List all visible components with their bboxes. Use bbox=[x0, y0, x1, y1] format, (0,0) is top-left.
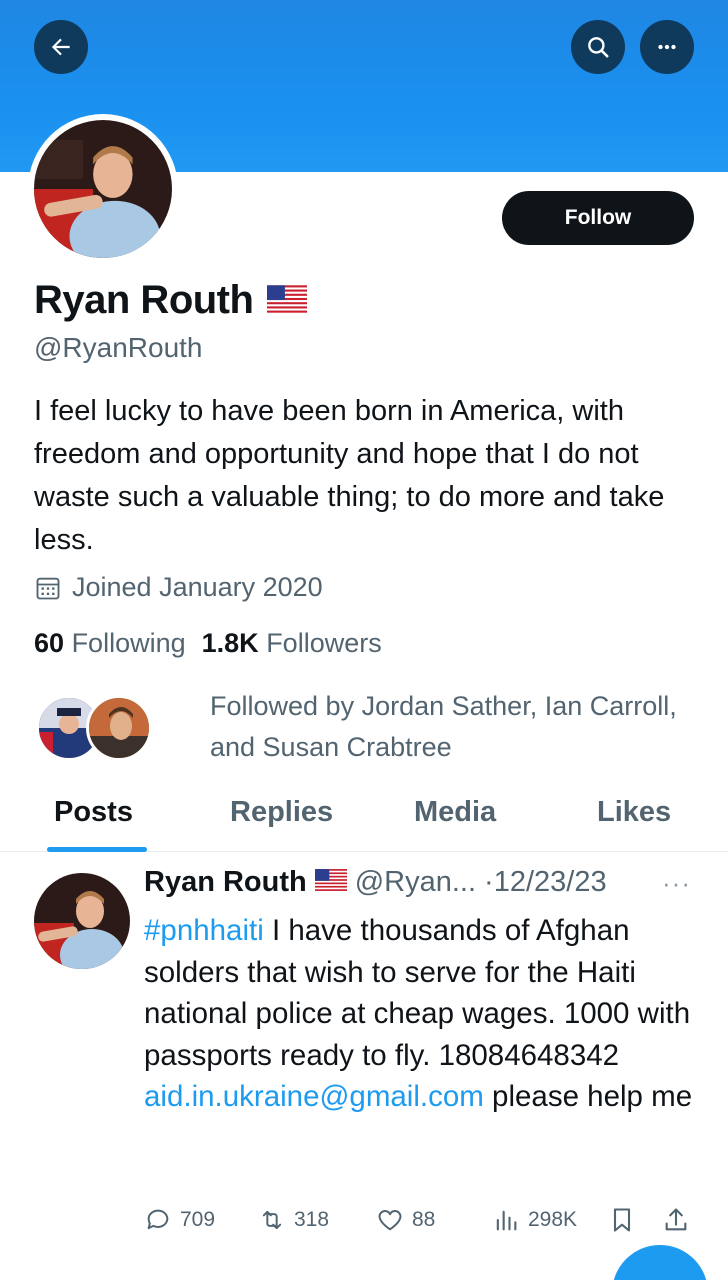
profile-handle: @RyanRouth bbox=[34, 332, 203, 363]
post-more-button[interactable]: ··· bbox=[662, 868, 691, 899]
post-body: #pnhhaiti I have thousands of Afghan sol… bbox=[144, 910, 704, 1118]
like-count: 88 bbox=[412, 1208, 436, 1231]
repost-button[interactable]: 318 bbox=[258, 1206, 329, 1234]
reply-count: 709 bbox=[180, 1208, 216, 1231]
tab-replies[interactable]: Replies bbox=[230, 796, 333, 829]
post-email-link[interactable]: aid.in.ukraine@gmail.com bbox=[144, 1080, 484, 1113]
mutual-follower-avatar bbox=[86, 695, 152, 761]
share-icon bbox=[665, 1208, 687, 1231]
followers-link[interactable]: 1.8K Followers bbox=[202, 628, 382, 659]
more-button[interactable] bbox=[640, 20, 694, 74]
tab-posts[interactable]: Posts bbox=[54, 796, 133, 829]
tab-media[interactable]: Media bbox=[414, 796, 496, 829]
profile-avatar[interactable] bbox=[28, 114, 178, 264]
tab-likes[interactable]: Likes bbox=[597, 796, 671, 829]
reply-button[interactable]: 709 bbox=[144, 1206, 215, 1234]
us-flag-icon bbox=[314, 866, 347, 899]
post-date[interactable]: ·12/23/23 bbox=[484, 866, 607, 899]
view-count: 298K bbox=[528, 1208, 578, 1231]
profile-name: Ryan Routh bbox=[34, 278, 308, 323]
views-button[interactable]: 298K bbox=[492, 1206, 577, 1234]
profile-tabs: Posts Replies Media Likes bbox=[0, 780, 728, 852]
post-author-handle[interactable]: @Ryan... bbox=[355, 866, 476, 899]
mutual-followers-avatars[interactable] bbox=[36, 695, 156, 765]
followers-label: Followers bbox=[266, 628, 382, 658]
share-button[interactable] bbox=[662, 1206, 690, 1234]
reply-icon bbox=[147, 1209, 169, 1230]
calendar-icon bbox=[36, 577, 60, 599]
back-button[interactable] bbox=[34, 20, 88, 74]
follow-button[interactable]: Follow bbox=[502, 191, 694, 245]
repost-count: 318 bbox=[294, 1208, 330, 1231]
arrow-left-icon bbox=[51, 38, 70, 56]
profile-photo bbox=[34, 120, 172, 258]
followed-by-text[interactable]: Followed by Jordan Sather, Ian Carroll, … bbox=[210, 686, 690, 768]
compose-post-button[interactable] bbox=[612, 1245, 708, 1280]
following-count: 60 bbox=[34, 628, 65, 658]
active-tab-indicator bbox=[47, 847, 147, 852]
following-label: Following bbox=[71, 628, 186, 658]
post-author-name[interactable]: Ryan Routh bbox=[144, 866, 307, 899]
search-button[interactable] bbox=[571, 20, 625, 74]
views-bar-chart-icon bbox=[496, 1210, 517, 1231]
post-actions: 709 318 88 298K bbox=[144, 1206, 704, 1246]
repost-icon bbox=[262, 1210, 282, 1230]
profile-bio: I feel lucky to have been born in Americ… bbox=[34, 395, 665, 556]
joined-date: Joined January 2020 bbox=[34, 572, 323, 603]
followers-count: 1.8K bbox=[201, 628, 259, 658]
post-author-photo bbox=[34, 873, 130, 969]
search-icon bbox=[588, 37, 609, 58]
profile-name-text: Ryan Routh bbox=[34, 278, 254, 322]
post-header: Ryan Routh @Ryan... ·12/23/23 bbox=[144, 866, 607, 899]
like-button[interactable]: 88 bbox=[376, 1206, 435, 1234]
post-author-avatar[interactable] bbox=[34, 873, 130, 969]
following-link[interactable]: 60 Following bbox=[34, 628, 186, 659]
heart-icon bbox=[378, 1210, 402, 1231]
us-flag-icon bbox=[267, 278, 308, 323]
joined-text: Joined January 2020 bbox=[72, 572, 323, 602]
follow-counts: 60 Following 1.8K Followers bbox=[34, 628, 382, 659]
post-text-part2: please help me bbox=[483, 1080, 693, 1113]
post-hashtag-link[interactable]: #pnhhaiti bbox=[144, 914, 264, 947]
more-horizontal-icon bbox=[658, 44, 676, 50]
bookmark-button[interactable] bbox=[608, 1206, 636, 1234]
bookmark-icon bbox=[613, 1208, 631, 1232]
